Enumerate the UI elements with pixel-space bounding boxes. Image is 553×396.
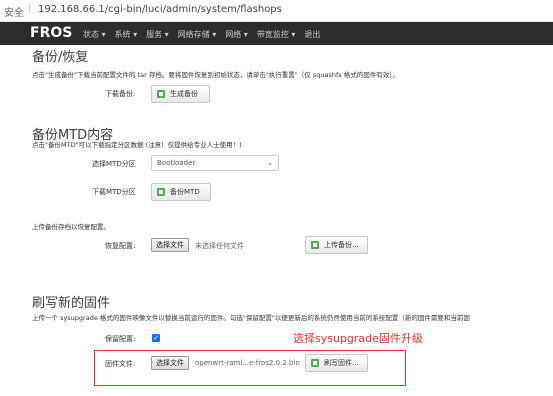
top-navbar: FROS 状态 ▾ 系统 ▾ 服务 ▾ 网络存储 ▾ 网络 ▾ 带宽监控 ▾ 退… <box>0 22 553 45</box>
nav-item-bandwidth[interactable]: 带宽监控 ▾ <box>257 29 296 40</box>
no-file-text: 未选择任何文件 <box>195 242 244 250</box>
mtd-desc: 点击"备份MTD"可以下载指定分区数据 (注意！仅提供给专业人士使用！) <box>32 141 242 149</box>
choose-file-button[interactable]: 选择文件 <box>151 238 189 252</box>
restore-label: 恢复配置: <box>105 242 136 250</box>
backup-desc: 点击"生成备份"下载当前配置文件的 tar 存档。要将固件恢复到初始状态，请单击… <box>32 71 399 79</box>
nav-item-status[interactable]: 状态 ▾ <box>83 29 106 40</box>
mtd-download-label: 下载MTD分区 <box>92 188 136 196</box>
backup-title: 备份/恢复 <box>32 50 89 65</box>
firmware-file-label: 固件文件: <box>105 360 136 368</box>
mtd-partition-select[interactable]: Bootloader ⌄ <box>151 155 279 171</box>
flash-title: 刷写新的固件 <box>32 296 111 311</box>
nav-item-system[interactable]: 系统 ▾ <box>115 29 138 40</box>
backup-mtd-button[interactable]: 备份MTD <box>151 183 211 201</box>
address-bar[interactable]: 安全 | 192.168.66.1/cgi-bin/luci/admin/sys… <box>0 0 553 22</box>
url-text[interactable]: 192.168.66.1/cgi-bin/luci/admin/system/f… <box>38 4 282 15</box>
flash-desc: 上传一个 sysupgrade 格式的固件映像文件以替换当前运行的固件。勾选"保… <box>32 314 470 322</box>
upload-icon <box>311 241 319 249</box>
download-backup-label: 下载备份: <box>105 90 136 98</box>
nav-item-nas[interactable]: 网络存储 ▾ <box>178 29 217 40</box>
annotation-note: 选择sysupgrade固件升级 <box>293 332 423 345</box>
keep-settings-checkbox[interactable]: ✓ <box>152 334 160 342</box>
upload-backup-button[interactable]: 上传备份... <box>305 236 368 254</box>
restore-desc: 上传备份存档以恢复配置。 <box>32 223 110 231</box>
archive-icon <box>157 90 165 98</box>
mtd-select-label: 选择MTD分区 <box>92 160 136 168</box>
chevron-down-icon: ⌄ <box>267 159 273 167</box>
nav-item-network[interactable]: 网络 ▾ <box>225 29 248 40</box>
archive-icon <box>157 188 165 196</box>
keep-settings-label: 保留配置: <box>105 335 136 343</box>
flash-icon <box>311 359 319 367</box>
nav-item-services[interactable]: 服务 ▾ <box>146 29 169 40</box>
security-label: 安全 <box>4 8 24 19</box>
firmware-choose-file-button[interactable]: 选择文件 <box>151 356 189 370</box>
flash-firmware-button[interactable]: 刷写固件... <box>305 354 368 372</box>
brand-logo[interactable]: FROS <box>30 25 72 41</box>
separator: | <box>28 3 32 14</box>
nav-menu: 状态 ▾ 系统 ▾ 服务 ▾ 网络存储 ▾ 网络 ▾ 带宽监控 ▾ 退出 <box>83 29 320 40</box>
firmware-file-name: openwrt-rami...e-fros2.0.2.bin <box>195 359 300 367</box>
generate-backup-button[interactable]: 生成备份 <box>151 85 210 103</box>
nav-item-logout[interactable]: 退出 <box>304 29 320 40</box>
